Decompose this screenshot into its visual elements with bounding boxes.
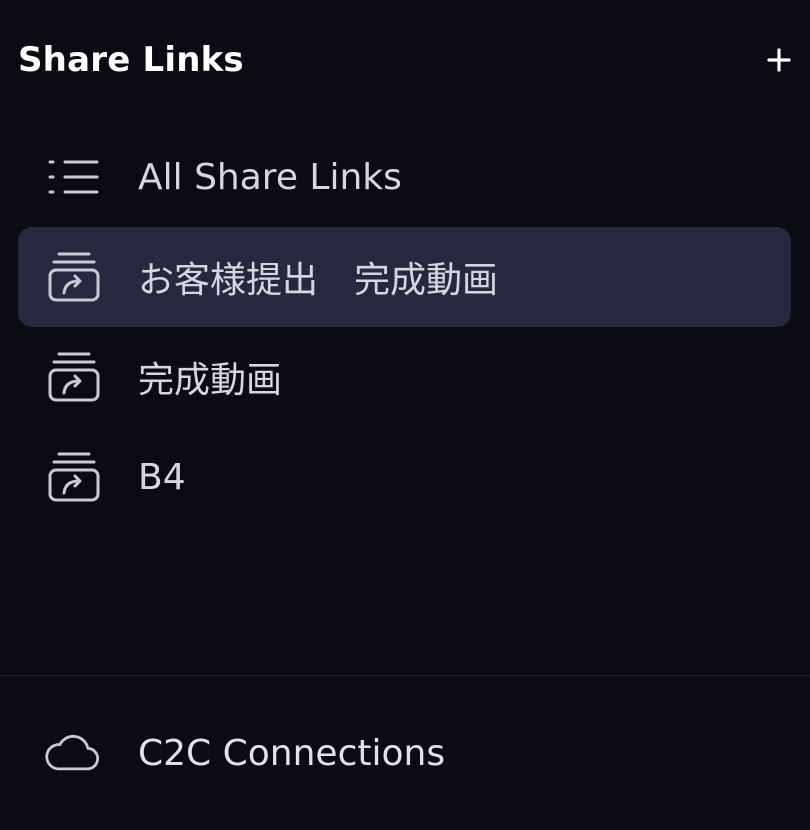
sidebar-item-label: 完成動画 [138, 360, 283, 401]
list-icon [46, 149, 102, 205]
sidebar-item-share-link-final-video[interactable]: 完成動画 [18, 327, 791, 427]
sidebar-item-share-link-customer-final[interactable]: お客様提出 完成動画 [18, 227, 791, 327]
plus-icon [767, 48, 791, 72]
sidebar-header: Share Links [18, 36, 796, 84]
cloud-icon [44, 725, 100, 781]
share-links-list: All Share Links お客様提出 完成動画 完成動画 B4 [18, 127, 791, 527]
share-link-icon [46, 349, 102, 405]
section-divider [0, 675, 810, 676]
sidebar-item-c2c-connections[interactable]: C2C Connections [18, 705, 791, 801]
sidebar-item-label: All Share Links [138, 156, 402, 198]
add-share-link-button[interactable] [762, 43, 796, 77]
sidebar-item-label: お客様提出 完成動画 [138, 260, 499, 301]
sidebar-item-share-link-b4[interactable]: B4 [18, 427, 791, 527]
sidebar-item-all-share-links[interactable]: All Share Links [18, 127, 791, 227]
section-title: Share Links [18, 40, 244, 80]
sidebar-item-label: C2C Connections [138, 732, 446, 774]
share-links-sidebar: Share Links All Share Links お客様提出 完成動画 完… [0, 0, 810, 830]
sidebar-item-label: B4 [138, 456, 186, 498]
share-link-icon [46, 249, 102, 305]
share-link-icon [46, 449, 102, 505]
